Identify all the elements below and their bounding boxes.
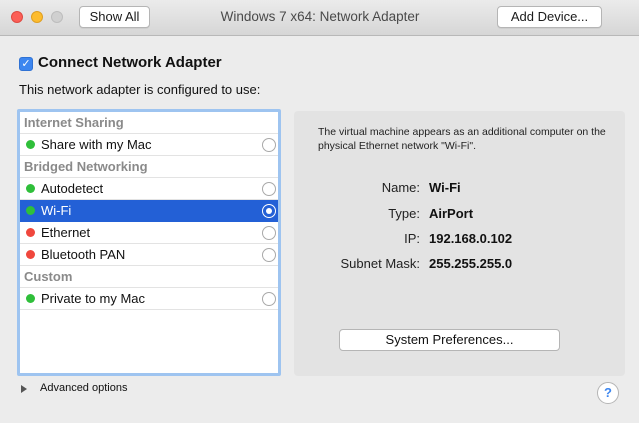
type-key: Type: [388,206,420,221]
network-option-row[interactable]: Bluetooth PAN [20,244,278,266]
status-dot-icon [26,228,35,237]
network-option-row[interactable]: Ethernet [20,222,278,244]
title-bar: Show All Windows 7 x64: Network Adapter … [0,0,639,36]
network-option-label: Share with my Mac [41,137,152,152]
configured-label: This network adapter is configured to us… [19,82,261,97]
group-header: Custom [20,266,278,288]
radio-button[interactable] [262,226,276,240]
radio-button[interactable] [262,248,276,262]
status-dot-icon [26,250,35,259]
ip-value: 192.168.0.102 [429,231,513,246]
network-info-panel: The virtual machine appears as an additi… [294,111,625,376]
system-preferences-button[interactable]: System Preferences... [339,329,560,351]
window-title: Windows 7 x64: Network Adapter [220,9,420,24]
network-option-row[interactable]: Share with my Mac [20,134,278,156]
ip-key: IP: [404,231,420,246]
info-row-ip: IP: 192.168.0.102 [294,231,625,249]
close-window-button[interactable] [11,11,23,23]
radio-button[interactable] [262,204,276,218]
connect-label[interactable]: Connect Network Adapter [38,54,222,71]
status-dot-icon [26,294,35,303]
network-option-label: Bluetooth PAN [41,247,126,262]
radio-button[interactable] [262,138,276,152]
status-dot-icon [26,206,35,215]
status-dot-icon [26,184,35,193]
radio-button[interactable] [262,182,276,196]
help-button[interactable]: ? [597,382,619,404]
status-dot-icon [26,140,35,149]
minimize-window-button[interactable] [31,11,43,23]
connect-checkbox[interactable]: ✓ [19,57,33,71]
type-value: AirPort [429,206,474,221]
network-option-label: Autodetect [41,181,104,196]
advanced-options-label[interactable]: Advanced options [40,382,127,394]
subnet-mask-key: Subnet Mask: [340,256,421,271]
network-description: The virtual machine appears as an additi… [318,126,606,152]
network-option-row[interactable]: Autodetect [20,178,278,200]
disclosure-triangle-icon[interactable] [21,385,27,393]
network-option-label: Ethernet [41,225,91,240]
name-key: Name: [381,180,420,195]
name-value: Wi-Fi [429,180,461,195]
group-header: Internet Sharing [20,112,278,134]
subnet-mask-value: 255.255.255.0 [429,256,513,271]
zoom-window-button[interactable] [51,11,63,23]
info-row-type: Type: AirPort [294,206,625,224]
group-header: Bridged Networking [20,156,278,178]
network-option-label: Wi-Fi [41,203,72,218]
info-row-name: Name: Wi-Fi [294,180,625,198]
show-all-button[interactable]: Show All [79,6,150,28]
network-option-row[interactable]: Wi-Fi [20,200,278,222]
add-device-button[interactable]: Add Device... [497,6,602,28]
info-row-subnet-mask: Subnet Mask: 255.255.255.0 [294,256,625,274]
network-option-row[interactable]: Private to my Mac [20,288,278,310]
network-option-label: Private to my Mac [41,291,146,306]
radio-button[interactable] [262,292,276,306]
network-source-list[interactable]: Internet Sharing Share with my Mac Bridged… [17,109,281,376]
